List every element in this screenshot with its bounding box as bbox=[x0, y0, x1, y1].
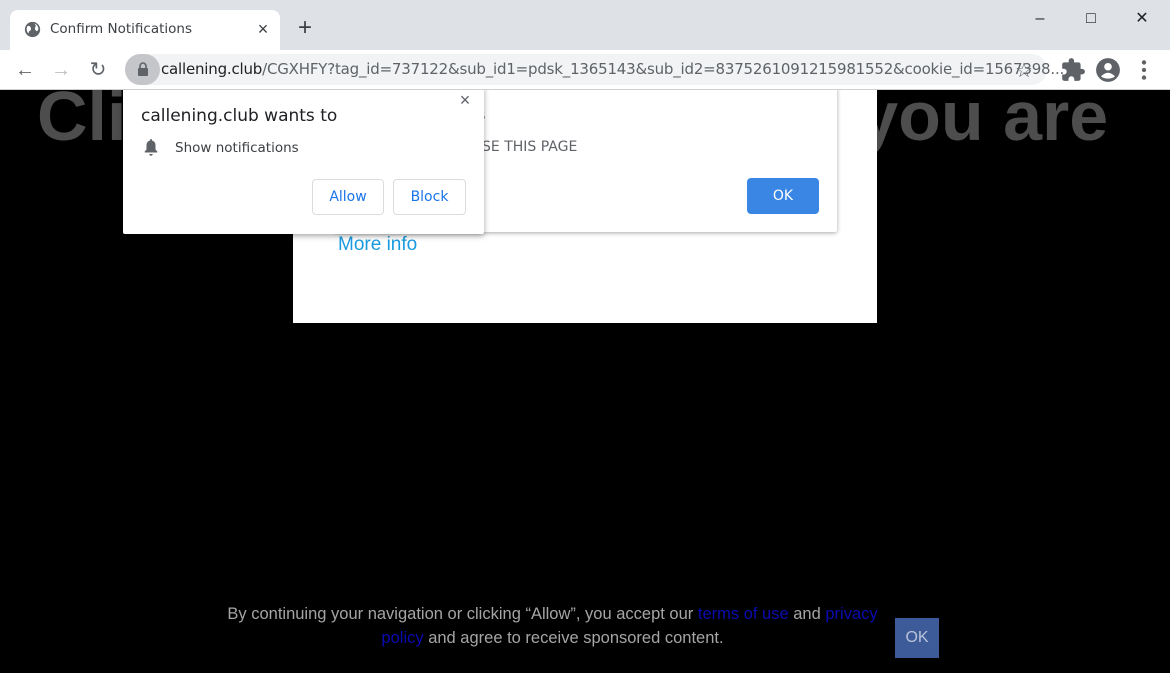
close-window-button[interactable]: ✕ bbox=[1119, 6, 1165, 32]
block-button[interactable]: Block bbox=[393, 179, 466, 215]
consent-text-2: and bbox=[788, 605, 826, 623]
prompt-title: callening.club wants to bbox=[141, 106, 338, 126]
consent-banner-text: By continuing your navigation or clickin… bbox=[220, 602, 885, 650]
notification-permission-prompt: × callening.club wants to Show notificat… bbox=[123, 90, 484, 234]
new-tab-button[interactable]: + bbox=[294, 16, 316, 40]
url-text[interactable]: callening.club/CGXHFY?tag_id=737122&sub_… bbox=[161, 60, 1064, 78]
site-info-button[interactable] bbox=[125, 54, 160, 85]
tab-confirm-notifications[interactable]: Confirm Notifications × bbox=[10, 10, 280, 50]
close-prompt-button[interactable]: × bbox=[456, 90, 474, 111]
globe-icon bbox=[24, 21, 41, 38]
permission-label: Show notifications bbox=[175, 140, 299, 156]
menu-icon[interactable] bbox=[1131, 57, 1157, 83]
profile-icon[interactable] bbox=[1095, 57, 1121, 83]
alert-message: OSE THIS PAGE bbox=[471, 139, 578, 155]
alert-ok-button[interactable]: OK bbox=[747, 178, 819, 214]
star-icon[interactable]: ☆ bbox=[1015, 58, 1033, 83]
headline-left: Cli bbox=[37, 90, 127, 155]
address-bar[interactable]: callening.club/CGXHFY?tag_id=737122&sub_… bbox=[125, 54, 1064, 85]
terms-of-use-link[interactable]: terms of use bbox=[698, 605, 789, 623]
minimize-button[interactable]: – bbox=[1017, 6, 1063, 32]
more-info-link[interactable]: More info bbox=[338, 234, 417, 256]
title-bar: Confirm Notifications × + – □ ✕ bbox=[0, 0, 1170, 50]
reload-button[interactable]: ↻ bbox=[85, 57, 111, 83]
consent-ok-button[interactable]: OK bbox=[895, 618, 939, 658]
browser-toolbar: ← → ↻ callening.club/CGXHFY?tag_id=73712… bbox=[0, 50, 1170, 90]
consent-text-1: By continuing your navigation or clickin… bbox=[227, 605, 698, 623]
tab-title: Confirm Notifications bbox=[50, 21, 192, 37]
url-path: /CGXHFY?tag_id=737122&sub_id1=pdsk_13651… bbox=[262, 60, 1065, 78]
bell-icon bbox=[144, 139, 158, 156]
maximize-button[interactable]: □ bbox=[1068, 6, 1114, 32]
allow-button[interactable]: Allow bbox=[312, 179, 384, 215]
url-host: callening.club bbox=[161, 60, 263, 78]
web-page: Clit you are More info s OSE THIS PAGE O… bbox=[0, 90, 1170, 673]
extensions-icon[interactable] bbox=[1060, 57, 1086, 83]
browser-window: Confirm Notifications × + – □ ✕ ← → ↻ ca… bbox=[0, 0, 1170, 673]
consent-text-3: and agree to receive sponsored content. bbox=[423, 629, 724, 647]
forward-button[interactable]: → bbox=[48, 57, 74, 83]
lock-icon bbox=[138, 62, 148, 76]
tab-close-button[interactable]: × bbox=[254, 19, 272, 39]
back-button[interactable]: ← bbox=[12, 57, 38, 83]
